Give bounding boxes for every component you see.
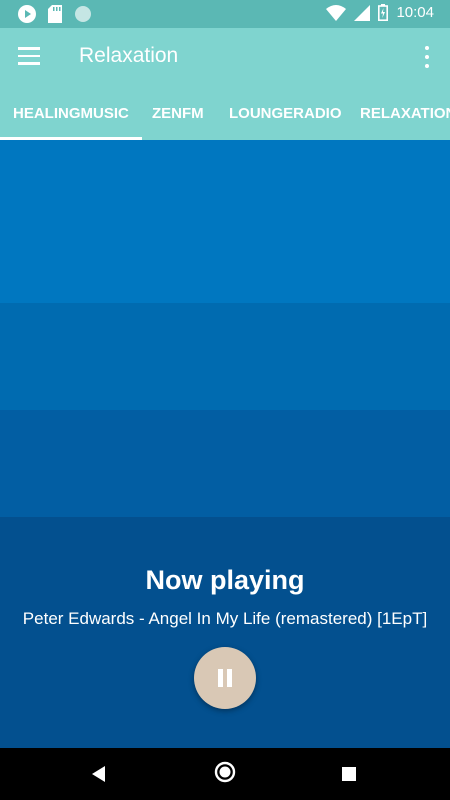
pause-icon xyxy=(218,669,223,687)
more-vertical-icon[interactable] xyxy=(424,46,430,68)
status-right-icons: 10:04 xyxy=(326,4,434,21)
back-triangle-icon[interactable] xyxy=(90,765,108,783)
background-band-3 xyxy=(0,410,450,517)
system-nav-bar xyxy=(0,748,450,800)
pause-button[interactable] xyxy=(194,647,256,709)
tab-healingmusic[interactable]: HEALINGMUSIC xyxy=(0,86,142,140)
sd-card-icon xyxy=(48,5,62,23)
tab-zenfm[interactable]: ZENFM xyxy=(152,86,204,140)
status-time: 10:04 xyxy=(396,4,434,21)
station-tabs: HEALINGMUSIC ZENFM LOUNGERADIO RELAXATIO… xyxy=(0,86,450,140)
wifi-icon xyxy=(326,4,347,21)
tab-loungeradio[interactable]: LOUNGERADIO xyxy=(229,86,342,140)
status-left-icons xyxy=(18,5,92,23)
app-bar: Relaxation xyxy=(0,28,450,86)
now-playing-heading: Now playing xyxy=(145,565,305,595)
circle-notification-icon xyxy=(75,6,91,22)
app-title: Relaxation xyxy=(79,44,179,67)
pause-icon-bar xyxy=(227,669,232,687)
background-band-1 xyxy=(0,140,450,303)
tab-relaxation[interactable]: RELAXATION xyxy=(360,86,450,140)
status-bar: 10:04 xyxy=(0,0,450,28)
now-playing-panel: Now playing Peter Edwards - Angel In My … xyxy=(0,517,450,748)
background-band-2 xyxy=(0,303,450,410)
battery-icon xyxy=(378,4,389,21)
recents-square-icon[interactable] xyxy=(342,767,356,781)
play-notification-icon xyxy=(18,5,36,23)
hamburger-menu-icon[interactable] xyxy=(18,47,40,65)
track-title: Peter Edwards - Angel In My Life (remast… xyxy=(22,609,428,628)
signal-icon xyxy=(354,4,371,21)
home-circle-icon[interactable] xyxy=(214,761,236,783)
